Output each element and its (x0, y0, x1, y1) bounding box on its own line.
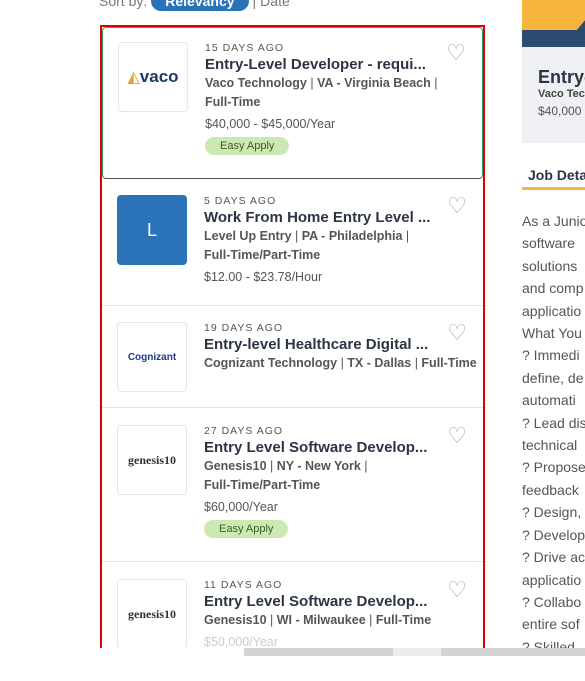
job-description: As a Junior software solutions and comp appl… (522, 210, 585, 658)
job-type: Full-Time (375, 613, 432, 627)
job-type: Full-Time/Part-Time (204, 478, 321, 492)
sort-bar: Sort by: Relevancy | Date (99, 0, 290, 11)
posted-date: 27 DAYS AGO (204, 425, 284, 437)
job-type: Full-Time (421, 356, 477, 370)
description-line: feedback (522, 481, 579, 498)
description-line: technical (522, 437, 578, 454)
salary: $60,000/Year (204, 500, 278, 514)
job-card[interactable]: genesis10 11 DAYS AGO Entry Level Softwa… (102, 562, 483, 654)
sort-relevancy-button[interactable]: Relevancy (151, 0, 249, 11)
salary: $12.00 - $23.78/Hour (204, 270, 323, 284)
description-line: software (522, 235, 575, 252)
job-card[interactable]: L 5 DAYS AGO Work From Home Entry Level … (102, 179, 483, 306)
company: Genesis10 (204, 613, 267, 627)
description-line: applicatio (522, 571, 582, 588)
easy-apply-badge: Easy Apply (204, 520, 289, 538)
detail-company: Vaco Technology (538, 88, 585, 100)
heart-icon[interactable]: ♡ (447, 193, 467, 219)
description-line: As a Junior (522, 213, 585, 229)
description-line: entire sof (522, 616, 580, 633)
company: Genesis10 (204, 459, 267, 473)
tab-job-details[interactable]: Job Details (522, 163, 585, 190)
job-title[interactable]: Entry-Level Developer - requi... (205, 56, 460, 73)
location: PA - Philadelphia (301, 229, 403, 243)
description-line: ? Lead dis (522, 414, 585, 431)
company-logo-cognizant: Cognizant (117, 322, 187, 392)
description-line: automati (522, 392, 576, 409)
description-line: ? Immedi (522, 347, 580, 364)
description-line: ? Propose (522, 459, 585, 476)
heart-icon[interactable]: ♡ (447, 423, 467, 449)
location: VA - Virginia Beach (317, 76, 431, 90)
sort-date-link[interactable]: Date (260, 0, 290, 9)
description-line: and comp (522, 280, 584, 297)
job-card[interactable]: ◭ vaco 15 DAYS AGO Entry-Level Developer … (102, 27, 483, 179)
company: Level Up Entry (204, 229, 292, 243)
company: Cognizant Technology (204, 356, 338, 370)
job-title[interactable]: Entry Level Software Develop... (204, 593, 459, 610)
job-card[interactable]: genesis10 27 DAYS AGO Entry Level Softwa… (102, 408, 483, 562)
description-line: ? Develop (522, 526, 585, 543)
company-logo-genesis10: genesis10 (117, 425, 187, 495)
posted-date: 11 DAYS AGO (204, 579, 283, 591)
description-line: ? Drive ac (522, 549, 585, 566)
detail-title: Entry-Level Developer (538, 67, 585, 87)
company: Vaco Technology (205, 76, 307, 90)
job-list: ◭ vaco 15 DAYS AGO Entry-Level Developer … (100, 25, 485, 656)
heart-icon[interactable]: ♡ (446, 40, 466, 66)
salary: $50,000/Year (204, 635, 278, 649)
description-line: ? Design, (522, 504, 582, 521)
description-line: solutions (522, 257, 578, 274)
detail-salary: $40,000 (538, 104, 582, 118)
heart-icon[interactable]: ♡ (447, 577, 467, 603)
sort-label: Sort by: (99, 0, 148, 9)
posted-date: 19 DAYS AGO (204, 322, 284, 334)
posted-date: 15 DAYS AGO (205, 42, 285, 54)
company-logo-genesis10: genesis10 (117, 579, 187, 649)
location: TX - Dallas (347, 356, 412, 370)
location: WI - Milwaukee (276, 613, 366, 627)
company-logo-vaco: ◭ vaco (118, 42, 188, 112)
job-type: Full-Time (205, 95, 261, 109)
job-title[interactable]: Entry Level Software Develop... (204, 439, 459, 456)
description-line: What You (522, 325, 582, 342)
job-card[interactable]: Cognizant 19 DAYS AGO Entry-level Health… (102, 306, 483, 408)
description-line: applicatio (522, 302, 582, 319)
heart-icon[interactable]: ♡ (447, 320, 467, 346)
job-type: Full-Time/Part-Time (204, 248, 321, 262)
description-line: ? Collabo (522, 593, 582, 610)
job-detail-panel: Entry-Level Developer Vaco Technology $4… (522, 0, 585, 658)
horizontal-scrollbar[interactable] (0, 648, 585, 656)
company-logo-levelup: L (117, 195, 187, 265)
location: NY - New York (276, 459, 361, 473)
sort-separator: | (252, 0, 257, 9)
posted-date: 5 DAYS AGO (204, 195, 277, 207)
description-line: define, de (522, 369, 584, 386)
company-banner (522, 0, 585, 47)
salary: $40,000 - $45,000/Year (205, 117, 336, 131)
easy-apply-badge: Easy Apply (205, 137, 290, 155)
job-title[interactable]: Work From Home Entry Level ... (204, 209, 459, 226)
job-title[interactable]: Entry-level Healthcare Digital ... (204, 336, 459, 353)
